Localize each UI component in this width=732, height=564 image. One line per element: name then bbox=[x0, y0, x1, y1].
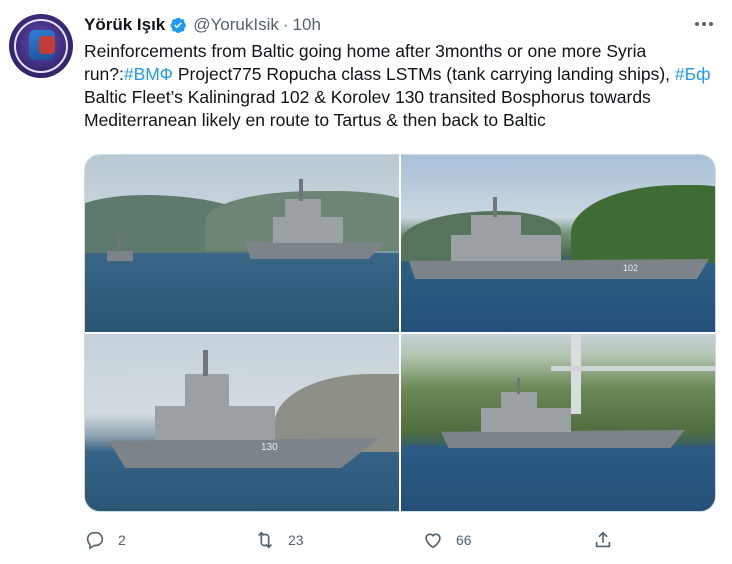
tweet-time[interactable]: 10h bbox=[293, 15, 321, 35]
author-name[interactable]: Yörük Işık bbox=[84, 15, 165, 35]
retweet-icon bbox=[257, 531, 273, 549]
like-count: 66 bbox=[456, 532, 472, 548]
ship-hull bbox=[109, 438, 379, 468]
ship-mast bbox=[203, 350, 208, 376]
bridge-pylon bbox=[571, 334, 581, 414]
water bbox=[85, 253, 399, 332]
tweet-header: Yörük Işık @YorukIsik · 10h bbox=[84, 14, 321, 36]
more-icon[interactable] bbox=[692, 14, 716, 34]
hull-number-label: 130 bbox=[261, 442, 278, 453]
verified-badge-icon bbox=[169, 16, 187, 34]
ship-mast bbox=[517, 378, 520, 394]
reply-button[interactable]: 2 bbox=[84, 524, 126, 556]
heart-icon bbox=[425, 533, 441, 549]
ship-photo[interactable]: 102 bbox=[401, 155, 715, 332]
tweet-text-part: Baltic Fleet’s Kaliningrad 102 & Korolev… bbox=[84, 87, 651, 130]
separator-dot: · bbox=[282, 15, 289, 34]
more-dot bbox=[695, 22, 699, 26]
ship-mast bbox=[493, 197, 497, 217]
media-grid: 102 130 bbox=[84, 154, 716, 512]
ship-photo[interactable] bbox=[401, 334, 715, 511]
tweet-text-part: Project775 Ropucha class LSTMs (tank car… bbox=[172, 64, 675, 84]
ship-superstructure bbox=[451, 235, 561, 261]
ship-hull bbox=[245, 241, 385, 259]
ship-photo[interactable]: 130 bbox=[85, 334, 399, 511]
ship-superstructure bbox=[185, 374, 229, 408]
retweet-count: 23 bbox=[288, 532, 304, 548]
ship-superstructure bbox=[501, 392, 537, 410]
ship-superstructure bbox=[273, 217, 343, 243]
hull-number-label: 102 bbox=[623, 263, 639, 273]
hashtag-link[interactable]: #Бф bbox=[675, 64, 711, 84]
avatar[interactable] bbox=[9, 14, 73, 78]
reply-icon bbox=[86, 531, 104, 550]
share-icon bbox=[595, 531, 611, 548]
ship-hull bbox=[107, 251, 133, 261]
hashtag-link[interactable]: #ВМФ bbox=[124, 64, 173, 84]
more-dot bbox=[702, 22, 706, 26]
retweet-button[interactable]: 23 bbox=[254, 524, 304, 556]
ship-superstructure bbox=[481, 408, 571, 432]
tweet-text: Reinforcements from Baltic going home af… bbox=[84, 40, 724, 132]
tweet-actions: 2 23 66 bbox=[84, 524, 684, 556]
more-dot bbox=[709, 22, 713, 26]
ship-mast bbox=[299, 179, 303, 201]
ship-superstructure bbox=[471, 215, 521, 237]
ship-mast bbox=[118, 235, 121, 251]
share-button[interactable] bbox=[592, 524, 614, 556]
ship-photo[interactable] bbox=[85, 155, 399, 332]
author-handle[interactable]: @YorukIsik bbox=[193, 15, 279, 35]
ship-superstructure bbox=[285, 199, 321, 219]
ship-hull bbox=[409, 259, 709, 279]
avatar-figure-accent bbox=[39, 36, 55, 54]
ship-hull bbox=[441, 430, 685, 448]
bridge-deck bbox=[551, 366, 715, 371]
reply-count: 2 bbox=[118, 532, 126, 548]
ship-superstructure bbox=[155, 406, 275, 440]
water bbox=[401, 446, 715, 511]
like-button[interactable]: 66 bbox=[422, 524, 472, 556]
hill-shape bbox=[571, 185, 715, 265]
